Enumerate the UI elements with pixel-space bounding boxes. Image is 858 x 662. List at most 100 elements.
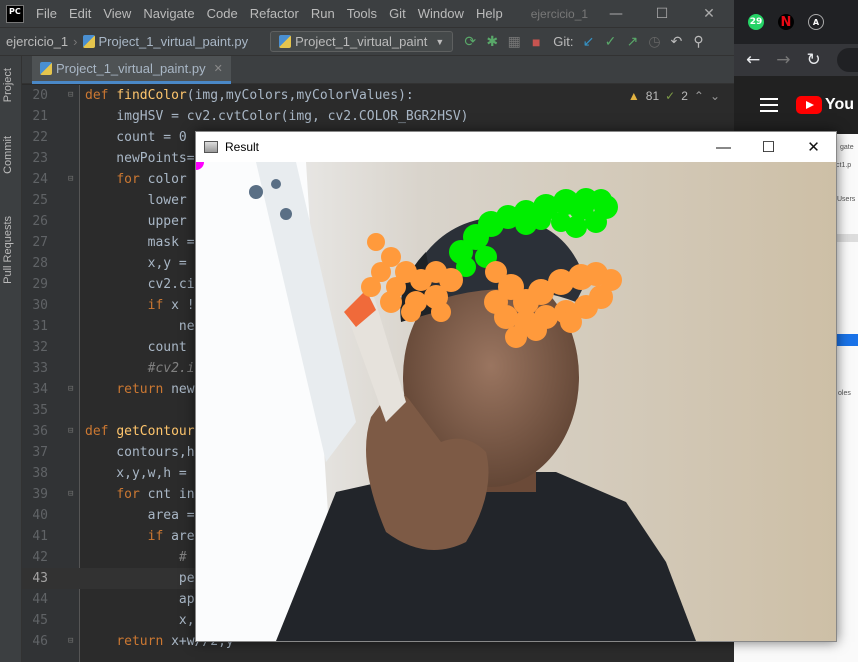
result-title-bar[interactable]: Result — ☐ ✕ <box>196 132 836 162</box>
line-number: 40 <box>32 508 48 523</box>
python-file-icon <box>279 35 292 48</box>
result-maximize-icon[interactable]: ☐ <box>746 132 791 162</box>
line-number: 29 <box>32 277 48 292</box>
peek-text: ct1.p <box>836 162 852 169</box>
code-text: def findColor(img,myColors,myColorValues… <box>85 88 414 103</box>
youtube-logo-icon[interactable]: You <box>796 96 854 114</box>
code-text: count <box>85 340 187 355</box>
fold-marker-icon[interactable]: ⊟ <box>68 484 73 505</box>
push-icon[interactable]: ↗ <box>622 31 644 53</box>
rollback-icon[interactable]: ↶ <box>666 31 688 53</box>
update-project-icon[interactable]: ↙ <box>578 31 600 53</box>
reload-icon[interactable]: ↻ <box>807 50 821 70</box>
code-text: pe <box>85 571 195 586</box>
orange-paint-stroke <box>505 326 527 348</box>
run-configuration-select[interactable]: Project_1_virtual_paint ▼ <box>270 31 454 52</box>
inspection-widget[interactable]: ▲ 81 ✓ 2 ⌃ ⌄ <box>628 89 720 103</box>
debug-icon[interactable]: ✱ <box>481 31 503 53</box>
menu-code[interactable]: Code <box>201 6 244 21</box>
result-window: Result — ☐ ✕ <box>195 131 837 642</box>
magenta-paint-dot <box>196 162 204 170</box>
line-number: 24 <box>32 172 48 187</box>
commit-icon[interactable]: ✓ <box>600 31 622 53</box>
fold-marker-icon[interactable]: ⊟ <box>68 631 73 652</box>
fold-marker-icon[interactable]: ⊟ <box>68 169 73 190</box>
line-number: 44 <box>32 592 48 607</box>
whatsapp-tab-icon[interactable]: 29 <box>748 14 764 30</box>
peek-text: gate <box>840 144 854 151</box>
line-number: 34 <box>32 382 48 397</box>
line-number: 32 <box>32 340 48 355</box>
orange-paint-stroke <box>361 277 381 297</box>
app-tab-icon[interactable]: A <box>808 14 824 30</box>
code-text: x, <box>85 613 195 628</box>
search-icon[interactable]: ⚲ <box>688 31 710 53</box>
sidebar-tab-project[interactable]: Project <box>2 68 14 102</box>
paint-strokes-layer <box>196 162 622 348</box>
result-minimize-icon[interactable]: — <box>701 132 746 162</box>
green-paint-stroke <box>551 212 571 232</box>
tool-window-sidebar: Project Commit Pull Requests <box>0 56 22 662</box>
fold-marker-icon[interactable]: ⊟ <box>68 379 73 400</box>
breadcrumb-file[interactable]: Project_1_virtual_paint.py <box>99 34 249 49</box>
code-text: upper <box>85 214 187 229</box>
menu-tools[interactable]: Tools <box>341 6 383 21</box>
coverage-icon[interactable]: ▦ <box>503 31 525 53</box>
sidebar-tab-pull-requests[interactable]: Pull Requests <box>2 216 14 284</box>
code-text: x,y,w,h = <box>85 466 187 481</box>
previous-highlight-icon[interactable]: ⌃ <box>694 89 704 103</box>
menu-refactor[interactable]: Refactor <box>244 6 305 21</box>
code-text: contours,h <box>85 445 195 460</box>
rerun-icon[interactable]: ⟳ <box>459 31 481 53</box>
breadcrumb-project[interactable]: ejercicio_1 <box>0 34 68 49</box>
menu-view[interactable]: View <box>97 6 137 21</box>
peek-text: oles <box>838 390 851 397</box>
line-number: 42 <box>32 550 48 565</box>
orange-paint-stroke <box>401 302 421 322</box>
line-number: 21 <box>32 109 48 124</box>
minimize-icon[interactable]: — <box>593 0 639 27</box>
next-highlight-icon[interactable]: ⌄ <box>710 89 720 103</box>
line-number: 46 <box>32 634 48 649</box>
orange-paint-stroke <box>367 233 385 251</box>
address-bar[interactable] <box>836 48 858 72</box>
code-text: ap <box>85 592 195 607</box>
tab-project-1-virtual-paint[interactable]: Project_1_virtual_paint.py ✕ <box>32 56 231 84</box>
line-number: 30 <box>32 298 48 313</box>
result-close-icon[interactable]: ✕ <box>791 132 836 162</box>
forward-icon[interactable]: → <box>776 50 790 70</box>
close-icon[interactable]: ✕ <box>686 0 732 27</box>
fold-marker-icon[interactable]: ⊟ <box>68 85 73 106</box>
line-number: 20 <box>32 88 48 103</box>
menu-git[interactable]: Git <box>383 6 412 21</box>
weak-warning-icon: ✓ <box>665 89 676 103</box>
code-line[interactable]: 21 imgHSV = cv2.cvtColor(img, cv2.COLOR_… <box>22 106 734 127</box>
browser-tab-strip: 29 N A <box>734 0 858 44</box>
fold-marker-icon[interactable]: ⊟ <box>68 421 73 442</box>
git-label: Git: <box>553 34 574 49</box>
code-text: x,y = <box>85 256 187 271</box>
menu-icon[interactable] <box>760 98 778 112</box>
code-text: imgHSV = cv2.cvtColor(img, cv2.COLOR_BGR… <box>85 109 469 124</box>
menu-file[interactable]: File <box>30 6 63 21</box>
pycharm-logo-icon: PC <box>6 4 24 23</box>
menu-navigate[interactable]: Navigate <box>137 6 200 21</box>
line-number: 37 <box>32 445 48 460</box>
line-number: 26 <box>32 214 48 229</box>
menu-window[interactable]: Window <box>412 6 470 21</box>
back-icon[interactable]: ← <box>746 50 760 70</box>
maximize-icon[interactable]: ☐ <box>639 0 685 27</box>
menu-edit[interactable]: Edit <box>63 6 97 21</box>
line-number: 22 <box>32 130 48 145</box>
history-icon[interactable]: ◷ <box>644 31 666 53</box>
code-text: return new <box>116 382 195 397</box>
close-tab-icon[interactable]: ✕ <box>214 62 223 75</box>
netflix-tab-icon[interactable]: N <box>778 14 794 30</box>
stop-icon[interactable]: ■ <box>525 31 547 53</box>
code-text: if are <box>147 529 195 544</box>
menu-run[interactable]: Run <box>305 6 341 21</box>
line-number: 35 <box>32 403 48 418</box>
menu-help[interactable]: Help <box>470 6 509 21</box>
line-number: 45 <box>32 613 48 628</box>
sidebar-tab-commit[interactable]: Commit <box>2 136 14 174</box>
